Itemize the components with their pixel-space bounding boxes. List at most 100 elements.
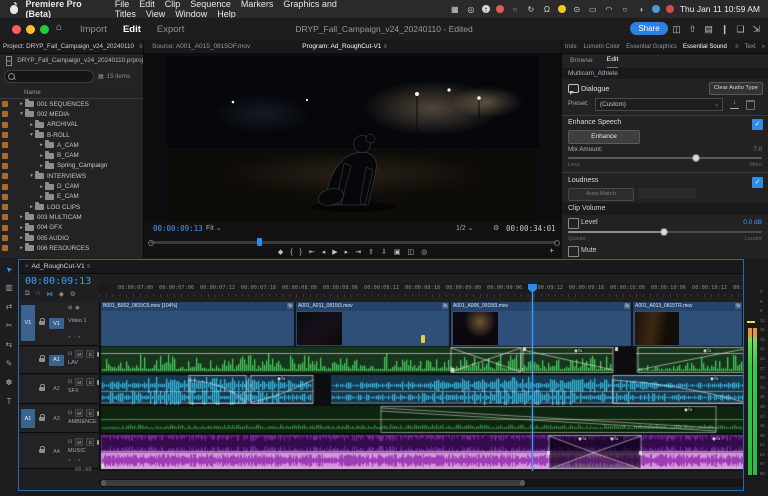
panel-overflow-icon[interactable]: » — [762, 44, 768, 50]
track-header-v1[interactable]: V1V1⊞◉Video 1◂ ▫ ▸ — [19, 302, 98, 346]
button-editor-icon[interactable]: + — [549, 246, 554, 255]
delete-preset-icon[interactable] — [746, 100, 755, 110]
lock-icon[interactable] — [39, 358, 45, 362]
user-icon[interactable]: ◑ — [636, 4, 646, 14]
search-icon[interactable]: ○ — [620, 4, 630, 14]
grid-icon[interactable]: ▦ — [450, 4, 460, 14]
step-back-icon[interactable]: ◂ — [322, 248, 326, 256]
disclosure-arrow-icon[interactable]: ▸ — [28, 122, 35, 128]
razor-tool[interactable]: ✂ — [6, 321, 13, 331]
timeline-timecode[interactable]: 00:00:09:13 — [25, 276, 91, 287]
comparison-view-icon[interactable]: ◫ — [407, 248, 414, 256]
export-frame-icon[interactable]: ▣ — [394, 248, 401, 256]
snap-icon[interactable]: ∩ — [36, 290, 41, 298]
comments-icon[interactable]: ❏ — [736, 24, 744, 35]
track-target-a3[interactable]: A3 — [49, 414, 64, 425]
zoom-level-dropdown[interactable]: Fit ⌄ — [206, 224, 222, 232]
step-forward-icon[interactable]: ▸ — [345, 248, 349, 256]
program-timecode[interactable]: 00:00:09:13 — [153, 224, 203, 233]
record-icon[interactable] — [496, 5, 504, 13]
mark-out-icon[interactable]: } — [300, 249, 302, 256]
panel-menu-icon[interactable]: ≡ — [383, 44, 387, 50]
mute-track-button[interactable]: M — [75, 438, 83, 446]
preset-dropdown[interactable]: (Custom)⌄ — [595, 98, 723, 111]
settings-wrench-icon[interactable]: ⚙ — [493, 224, 499, 232]
timeline-horizontal-scrollbar[interactable] — [99, 479, 744, 487]
mix-amount-slider[interactable] — [568, 157, 762, 159]
layout-icon[interactable]: ▤ — [704, 24, 713, 35]
blue-status-icon[interactable] — [652, 5, 660, 13]
disclosure-arrow-icon[interactable]: ▸ — [38, 153, 45, 159]
timeline-settings-icon[interactable]: ⚙ — [70, 290, 76, 298]
name-column-header[interactable]: Name — [0, 87, 143, 99]
bin-row-b-cam[interactable]: ▸B_CAM — [0, 150, 143, 160]
slip-tool[interactable]: ⇆ — [6, 340, 13, 350]
menu-edit[interactable]: Edit — [139, 0, 155, 9]
bin-row-001-sequences[interactable]: ▸001 SEQUENCES — [0, 99, 143, 109]
disclosure-arrow-icon[interactable]: ▸ — [38, 163, 45, 169]
zoom-handle-left[interactable] — [101, 480, 106, 486]
extract-icon[interactable]: ⇩ — [381, 248, 387, 256]
panel-tab-essential-graphics[interactable]: Essential Graphics — [626, 43, 677, 50]
bin-row-interviews[interactable]: ▾INTERVIEWS — [0, 171, 143, 181]
enhance-button[interactable]: Enhance — [568, 130, 640, 144]
linked-selection-icon[interactable]: ⋈ — [46, 290, 53, 298]
video-clip[interactable]: A001_A006_0915f3.movfx — [451, 302, 631, 311]
red-status-icon[interactable] — [666, 5, 674, 13]
disclosure-arrow-icon[interactable]: ▸ — [28, 204, 35, 210]
menu-markers[interactable]: Markers — [241, 0, 274, 9]
bin-row-spring-campaign[interactable]: ▸Spring_Campaign — [0, 161, 143, 171]
playback-resolution-dropdown[interactable]: 1/2 ⌄ — [456, 224, 474, 232]
scrubber-playhead[interactable] — [257, 238, 262, 246]
hand-tool[interactable]: ✽ — [6, 378, 13, 388]
panel-tab-essential-sound[interactable]: Essential Sound — [683, 40, 727, 54]
mark-in-icon[interactable]: { — [290, 249, 292, 256]
wifi-icon[interactable]: ◠ — [604, 4, 614, 14]
settings-icon[interactable]: ◎ — [421, 248, 427, 256]
sync-icon[interactable]: ↻ — [526, 4, 536, 14]
source-monitor-tab[interactable]: Source: A001_A015_0815OF.mov — [152, 43, 250, 50]
bin-row-d-cam[interactable]: ▸D_CAM — [0, 181, 143, 191]
program-scrubber[interactable] — [150, 241, 556, 244]
lift-icon[interactable]: ⇧ — [368, 248, 374, 256]
microphone-icon[interactable]: ❙ — [721, 24, 729, 35]
lock-icon[interactable] — [39, 321, 45, 325]
solo-track-button[interactable]: S — [86, 409, 94, 417]
lock-icon[interactable] — [39, 449, 45, 453]
track-header-a4[interactable]: A4⊡MSMUSIC◂ ▫ ▸ — [19, 435, 98, 469]
workspaces-icon[interactable]: ◫ — [672, 24, 681, 35]
track-target-a1[interactable]: A1 — [49, 355, 64, 366]
bin-row-b-roll[interactable]: ▾B-ROLL — [0, 130, 143, 140]
bin-row-003-multicam[interactable]: ▸003 MULTICAM — [0, 212, 143, 222]
ripple-edit-tool[interactable]: ⇄ — [6, 302, 13, 312]
add-marker-icon[interactable]: ◆ — [278, 248, 283, 256]
track-target-v1[interactable]: V1 — [49, 318, 64, 329]
fullscreen-icon[interactable]: ⇲ — [752, 24, 760, 35]
disclosure-arrow-icon[interactable]: ▸ — [18, 101, 25, 107]
mix-amount-slider-knob[interactable] — [692, 154, 700, 162]
panel-tab-lumetri-color[interactable]: Lumetri Color — [584, 43, 621, 50]
zoom-window-button[interactable] — [40, 25, 49, 34]
zoom-handle-right[interactable] — [520, 480, 525, 486]
video-clip[interactable]: B001_B002_0815C5.mov [104%]fx — [101, 302, 294, 311]
disclosure-arrow-icon[interactable]: ▾ — [28, 173, 35, 179]
bin-row-archival[interactable]: ▸ARCHIVAL — [0, 120, 143, 130]
add-marker-icon[interactable]: ◆ — [59, 290, 64, 298]
disclosure-arrow-icon[interactable]: ▸ — [38, 194, 45, 200]
panel-tab-text[interactable]: Text — [744, 43, 755, 50]
program-monitor-tab[interactable]: Program: Ad_RoughCut-V1 — [302, 40, 381, 54]
disclosure-arrow-icon[interactable]: ▾ — [18, 111, 25, 117]
mute-checkbox[interactable] — [568, 246, 579, 257]
save-preset-icon[interactable]: ↓ — [730, 100, 739, 109]
apple-menu-icon[interactable] — [10, 5, 18, 14]
disclosure-arrow-icon[interactable]: ▸ — [38, 142, 45, 148]
disclosure-arrow-icon[interactable]: ▸ — [18, 225, 25, 231]
app-menu[interactable]: Premiere Pro (Beta) — [26, 0, 105, 19]
project-search-input[interactable] — [4, 70, 94, 83]
video-clip[interactable]: A001_A011_0815t3.movfx — [296, 302, 449, 311]
bin-row-log-clips[interactable]: ▸LOG CLIPS — [0, 202, 143, 212]
track-header-a3[interactable]: A1A3⊡MSAMBIENCE — [19, 406, 98, 433]
mute-track-button[interactable]: M — [75, 409, 83, 417]
project-tab[interactable]: Project: DRYP_Fall_Campaign_v24_20240110 — [0, 40, 137, 54]
level-checkbox[interactable] — [568, 218, 579, 229]
